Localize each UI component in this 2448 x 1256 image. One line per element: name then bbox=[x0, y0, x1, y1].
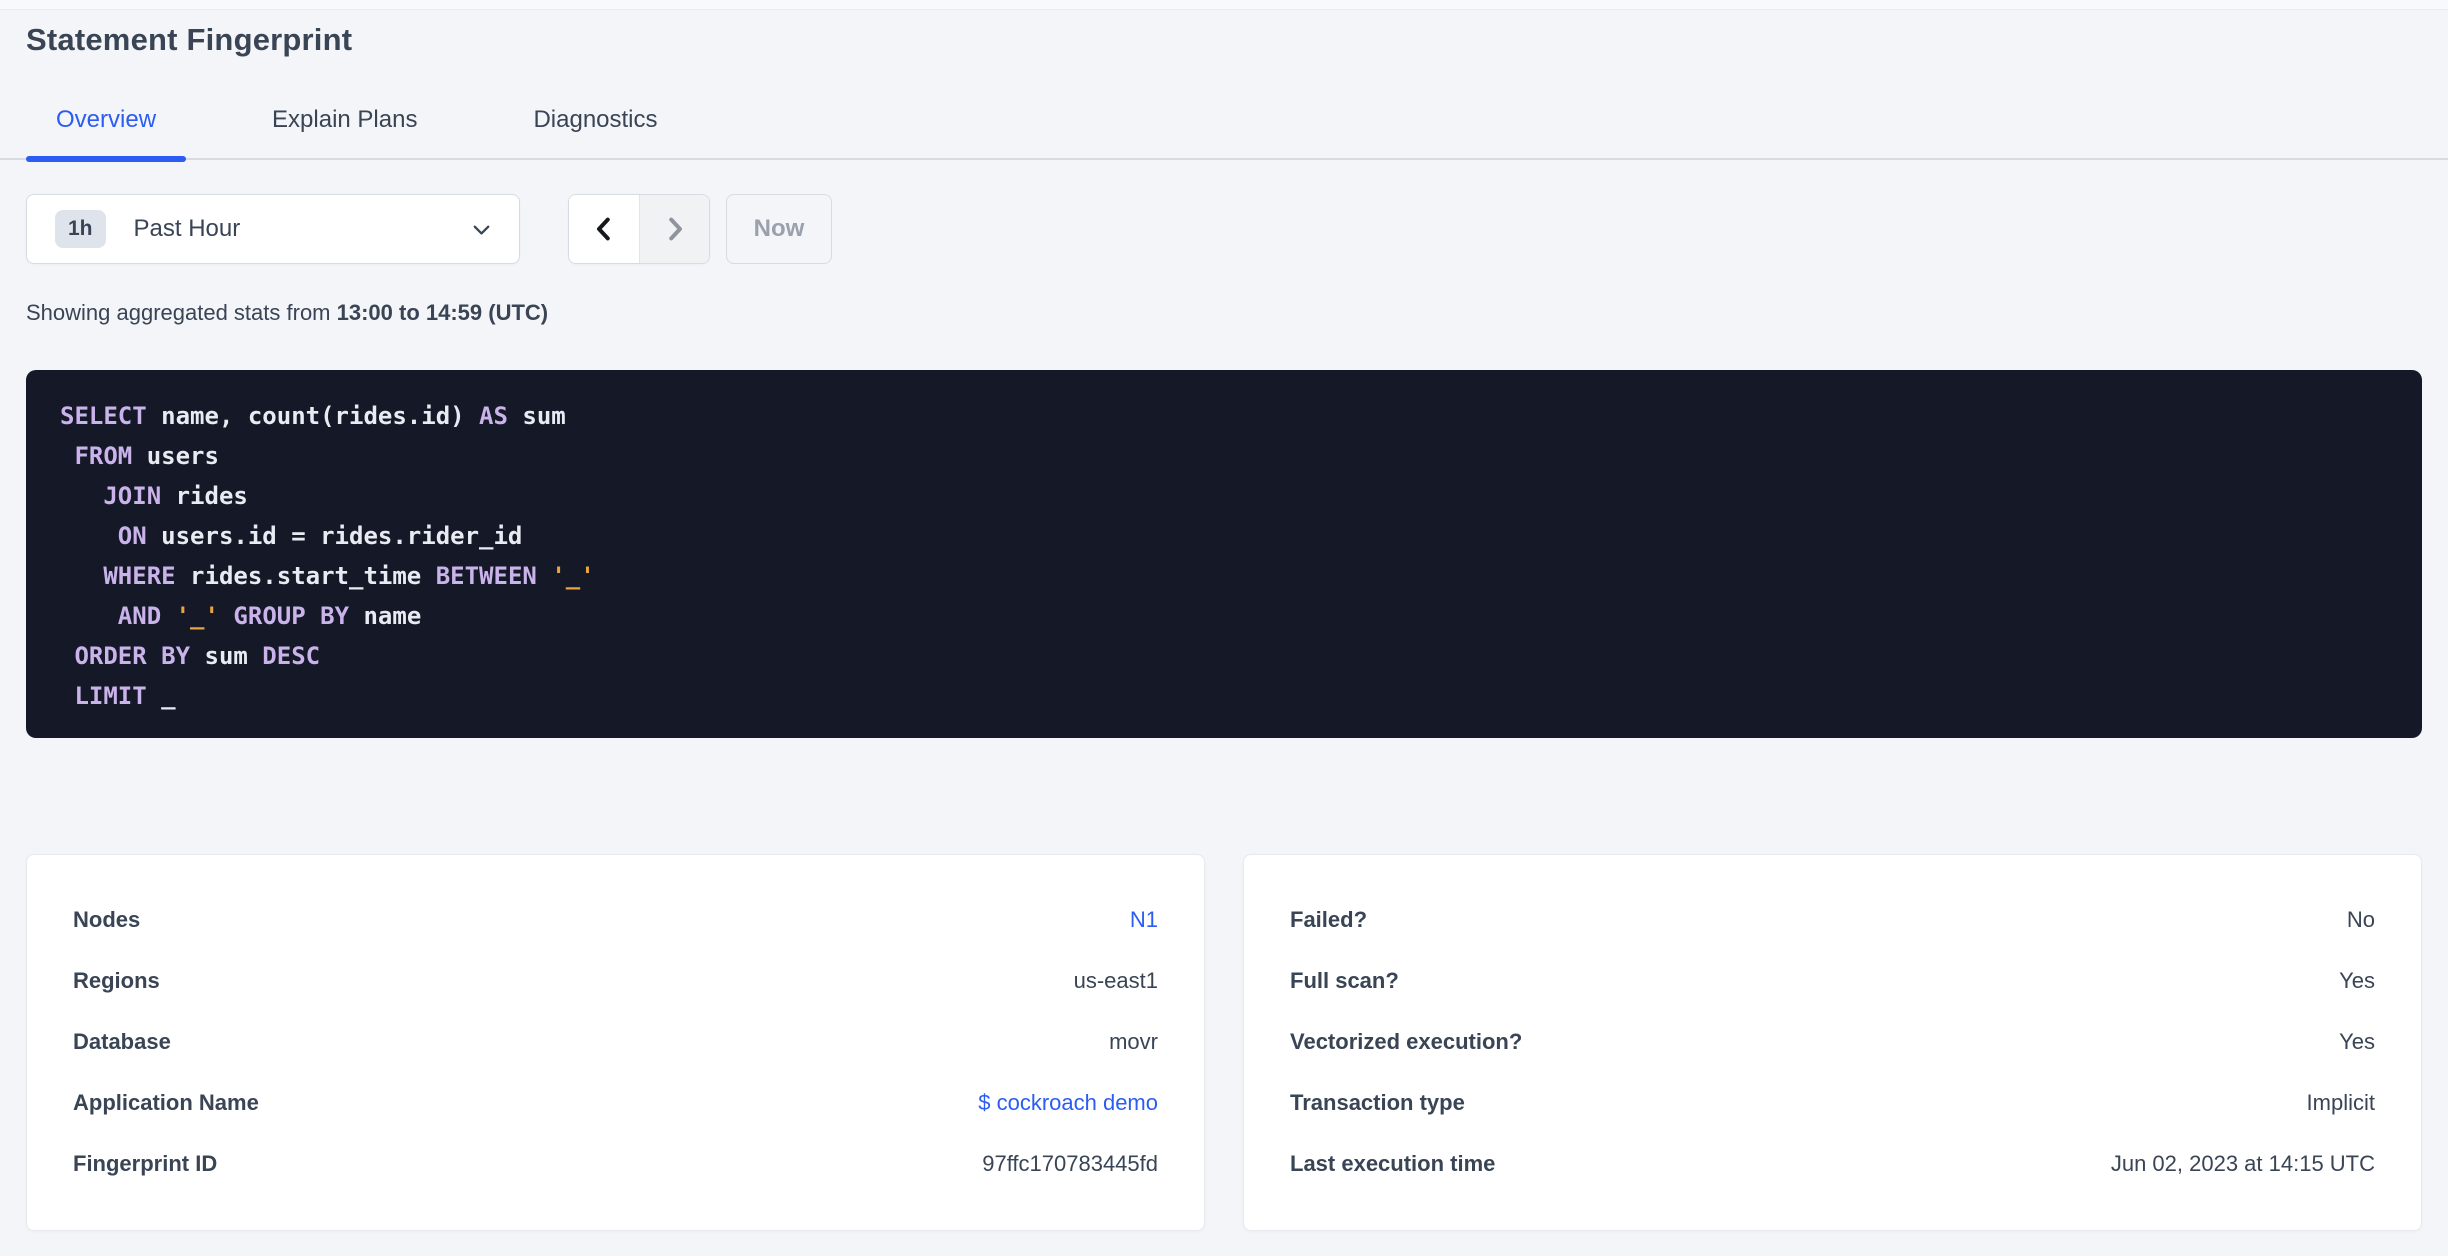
sql-keyword: GROUP BY bbox=[233, 602, 350, 630]
summary-row: Nodes N1 bbox=[73, 907, 1158, 932]
sql-line: SELECT name, count(rides.id) AS sum bbox=[60, 396, 2388, 436]
summary-label: Transaction type bbox=[1290, 1090, 1465, 1115]
time-toolbar: 1h Past Hour Now bbox=[26, 194, 2422, 264]
summary-value: Yes bbox=[2339, 968, 2375, 993]
time-interval-badge: 1h bbox=[55, 210, 106, 248]
sql-string-literal: '_' bbox=[175, 602, 219, 630]
summary-row: Transaction type Implicit bbox=[1290, 1090, 2375, 1115]
summary-value: 97ffc170783445fd bbox=[982, 1151, 1158, 1176]
summary-row: Database movr bbox=[73, 1029, 1158, 1054]
sql-keyword: AND bbox=[117, 602, 162, 630]
summary-cards: Nodes N1 Regions us-east1 Database movr Applic… bbox=[26, 854, 2422, 1231]
execution-attributes-card: Failed? No Full scan? Yes Vectorized executi… bbox=[1243, 854, 2422, 1231]
time-interval-dropdown[interactable]: 1h Past Hour bbox=[26, 194, 520, 264]
summary-value: Jun 02, 2023 at 14:15 UTC bbox=[2110, 1151, 2375, 1176]
summary-row: Full scan? Yes bbox=[1290, 968, 2375, 993]
sql-keyword: AS bbox=[479, 402, 508, 430]
sql-text: rides bbox=[161, 482, 248, 510]
sql-keyword: LIMIT bbox=[74, 682, 147, 710]
summary-value: Yes bbox=[2339, 1029, 2375, 1054]
sql-text: rides.start_time bbox=[175, 562, 436, 590]
summary-value-link[interactable]: $ cockroach demo bbox=[978, 1090, 1158, 1115]
sql-keyword: DESC bbox=[262, 642, 321, 670]
summary-row: Fingerprint ID 97ffc170783445fd bbox=[73, 1151, 1158, 1176]
page-top-divider bbox=[0, 0, 2448, 10]
aggregated-stats-range: 13:00 to 14:59 (UTC) bbox=[336, 300, 549, 325]
sql-text: name, count(rides.id) bbox=[146, 402, 480, 430]
summary-value: movr bbox=[1109, 1029, 1158, 1054]
sql-text: _ bbox=[146, 682, 176, 710]
summary-label: Vectorized execution? bbox=[1290, 1029, 1523, 1054]
sql-text: users bbox=[132, 442, 219, 470]
summary-label: Application Name bbox=[73, 1090, 259, 1115]
chevron-right-icon bbox=[668, 217, 682, 241]
next-interval-button[interactable] bbox=[639, 195, 709, 263]
tab-bar: Overview Explain Plans Diagnostics bbox=[0, 100, 2448, 162]
sql-keyword: ON bbox=[117, 522, 147, 550]
chevron-down-icon bbox=[473, 225, 490, 235]
sql-line: WHERE rides.start_time BETWEEN '_' bbox=[60, 556, 2388, 596]
sql-line: ORDER BY sum DESC bbox=[60, 636, 2388, 676]
aggregated-stats-prefix: Showing aggregated stats from bbox=[26, 300, 337, 325]
tab-overview[interactable]: Overview bbox=[26, 100, 187, 162]
summary-row: Regions us-east1 bbox=[73, 968, 1158, 993]
summary-value: No bbox=[2346, 907, 2375, 932]
tab-diagnostics[interactable]: Diagnostics bbox=[503, 100, 687, 158]
sql-keyword: SELECT bbox=[60, 402, 147, 430]
summary-row: Last execution time Jun 02, 2023 at 14:15… bbox=[1290, 1151, 2375, 1176]
sql-keyword: ORDER BY bbox=[74, 642, 191, 670]
statement-details-card: Nodes N1 Regions us-east1 Database movr Applic… bbox=[26, 854, 1205, 1231]
summary-label: Full scan? bbox=[1290, 968, 1399, 993]
summary-label: Failed? bbox=[1290, 907, 1368, 932]
tab-explain-plans[interactable]: Explain Plans bbox=[242, 100, 447, 158]
sql-line: LIMIT _ bbox=[60, 676, 2388, 716]
sql-line: JOIN rides bbox=[60, 476, 2388, 516]
sql-text: users.id = rides.rider_id bbox=[146, 522, 523, 550]
summary-label: Regions bbox=[73, 968, 160, 993]
sql-line: AND '_' GROUP BY name bbox=[60, 596, 2388, 636]
aggregated-stats-text: Showing aggregated stats from 13:00 to 1… bbox=[26, 300, 2422, 326]
summary-value: us-east1 bbox=[1073, 968, 1158, 993]
summary-row: Application Name $ cockroach demo bbox=[73, 1090, 1158, 1115]
sql-line: FROM users bbox=[60, 436, 2388, 476]
chevron-left-icon bbox=[597, 217, 610, 241]
sql-keyword: FROM bbox=[74, 442, 133, 470]
sql-keyword: BETWEEN bbox=[435, 562, 537, 590]
summary-value: Implicit bbox=[2306, 1090, 2375, 1115]
statement-fingerprint-page: Statement Fingerprint Overview Explain P… bbox=[0, 0, 2448, 1231]
sql-keyword: JOIN bbox=[103, 482, 162, 510]
summary-row: Failed? No bbox=[1290, 907, 2375, 932]
summary-label: Fingerprint ID bbox=[73, 1151, 218, 1176]
sql-text: sum bbox=[507, 402, 566, 430]
summary-label: Database bbox=[73, 1029, 171, 1054]
page-title: Statement Fingerprint bbox=[26, 22, 353, 57]
summary-row: Vectorized execution? Yes bbox=[1290, 1029, 2375, 1054]
prev-interval-button[interactable] bbox=[569, 195, 639, 263]
now-button[interactable]: Now bbox=[726, 194, 832, 264]
sql-statement-box: SELECT name, count(rides.id) AS sum FROM… bbox=[26, 370, 2422, 738]
sql-line: ON users.id = rides.rider_id bbox=[60, 516, 2388, 556]
time-interval-label: Past Hour bbox=[133, 215, 241, 242]
sql-text: name bbox=[349, 602, 422, 630]
summary-value-link[interactable]: N1 bbox=[1130, 907, 1158, 932]
time-range-nav bbox=[568, 194, 710, 264]
summary-label: Nodes bbox=[73, 907, 141, 932]
sql-text: sum bbox=[190, 642, 263, 670]
sql-string-literal: '_' bbox=[551, 562, 595, 590]
sql-keyword: WHERE bbox=[103, 562, 176, 590]
summary-label: Last execution time bbox=[1290, 1151, 1496, 1176]
